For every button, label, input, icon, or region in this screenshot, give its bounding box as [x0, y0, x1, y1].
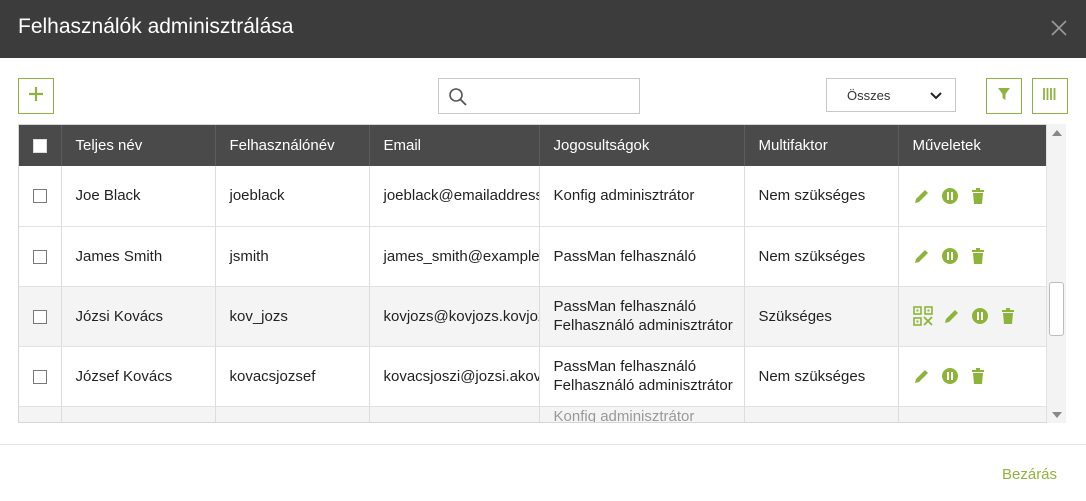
permission-item: Felhasználó adminisztrátor: [553, 317, 733, 334]
multifactor-cell: Nem szükséges: [744, 226, 899, 287]
edit-pencil-icon[interactable]: [913, 247, 931, 265]
full-name-cell: Joe Black: [61, 166, 216, 227]
edit-pencil-icon[interactable]: [913, 187, 931, 205]
search-input[interactable]: [475, 81, 635, 111]
actions-cell: [898, 346, 1048, 407]
permission-item: PassMan felhasználó: [553, 358, 697, 375]
status-filter-select[interactable]: Összes: [826, 78, 956, 112]
trash-icon[interactable]: [969, 367, 987, 385]
actions-cell: [898, 226, 1048, 287]
scroll-up-arrow-icon[interactable]: [1052, 130, 1062, 136]
column-header-permissions[interactable]: Jogosultságok: [539, 125, 745, 166]
row-checkbox[interactable]: [32, 249, 47, 264]
column-header-email[interactable]: Email: [369, 125, 540, 166]
table-header-row: Teljes név Felhasználónév Email Jogosult…: [19, 125, 1048, 166]
edit-pencil-icon[interactable]: [913, 367, 931, 385]
multifactor-cell: Nem szükséges: [744, 166, 899, 227]
pause-icon[interactable]: [941, 367, 959, 385]
multifactor-cell: Szükséges: [744, 286, 899, 347]
permissions-cell: Konfig adminisztrátor: [539, 406, 745, 423]
column-header-multifactor[interactable]: Multifaktor: [744, 125, 899, 166]
column-header-full-name[interactable]: Teljes név: [61, 125, 216, 166]
username-cell: kov_jozs: [215, 286, 370, 347]
email-cell: joeblack@emailaddress: [369, 166, 540, 227]
column-header-actions: Műveletek: [898, 125, 1048, 166]
row-select-cell: [19, 286, 62, 347]
funnel-icon: [997, 87, 1011, 106]
columns-button[interactable]: [1032, 78, 1068, 114]
columns-icon: [1042, 86, 1058, 107]
scroll-down-arrow-icon[interactable]: [1052, 412, 1062, 418]
multifactor-cell: Nem szükséges: [744, 346, 899, 407]
table-scrollbar[interactable]: [1046, 124, 1066, 423]
row-select-cell: [19, 166, 62, 227]
dialog-title: Felhasználók adminisztrálása: [18, 15, 294, 38]
row-select-cell: [19, 346, 62, 407]
row-checkbox[interactable]: [32, 369, 47, 384]
footer-divider: [0, 444, 1086, 445]
select-all-checkbox[interactable]: [32, 139, 47, 154]
row-select-cell: [19, 226, 62, 287]
full-name-cell: [61, 406, 216, 422]
close-button[interactable]: Bezárás: [1002, 466, 1057, 483]
username-cell: kovacsjozsef: [215, 346, 370, 407]
scrollbar-thumb[interactable]: [1049, 282, 1064, 336]
trash-icon[interactable]: [999, 307, 1017, 325]
actions-cell: [898, 166, 1048, 227]
username-cell: [215, 406, 370, 422]
column-header-username[interactable]: Felhasználónév: [215, 125, 370, 166]
status-filter-value: Összes: [847, 88, 891, 103]
select-all-cell: [19, 125, 62, 166]
qr-code-icon[interactable]: [912, 306, 933, 326]
multifactor-cell: [744, 406, 899, 422]
trash-icon[interactable]: [969, 247, 987, 265]
full-name-cell: James Smith: [61, 226, 216, 287]
pause-icon[interactable]: [971, 307, 989, 325]
filter-button[interactable]: [986, 78, 1022, 114]
email-cell: kovjozs@kovjozs.kovjoz: [369, 286, 540, 347]
email-cell: james_smith@example: [369, 226, 540, 287]
chevron-down-icon: [929, 89, 943, 108]
full-name-cell: Józsi Kovács: [61, 286, 216, 347]
dialog-header: Felhasználók adminisztrálása: [0, 0, 1086, 58]
pause-icon[interactable]: [941, 187, 959, 205]
actions-cell: [898, 286, 1048, 347]
permissions-cell: PassMan felhasználó: [539, 226, 745, 287]
permission-item: Konfig adminisztrátor: [553, 187, 695, 205]
search-icon: [448, 87, 468, 112]
table-row: Konfig adminisztrátor: [19, 406, 1048, 423]
table-row: James Smith jsmith james_smith@example P…: [19, 226, 1048, 287]
row-select-cell: [19, 406, 62, 422]
email-cell: kovacsjoszi@jozsi.akov: [369, 346, 540, 407]
pause-icon[interactable]: [941, 247, 959, 265]
row-checkbox[interactable]: [32, 189, 47, 204]
permission-item: PassMan felhasználó: [553, 247, 697, 265]
users-table: Teljes név Felhasználónév Email Jogosult…: [18, 124, 1066, 423]
permissions-cell: PassMan felhasználó Felhasználó adminisz…: [539, 286, 745, 347]
table-row: Joe Black joeblack joeblack@emailaddress…: [19, 166, 1048, 227]
table-row: József Kovács kovacsjozsef kovacsjoszi@j…: [19, 346, 1048, 407]
permissions-cell: PassMan felhasználó Felhasználó adminisz…: [539, 346, 745, 407]
edit-pencil-icon[interactable]: [943, 307, 961, 325]
search-box[interactable]: [438, 78, 640, 114]
permission-item: PassMan felhasználó: [553, 298, 697, 315]
permission-item: Felhasználó adminisztrátor: [553, 377, 733, 394]
permission-item: Konfig adminisztrátor: [553, 407, 695, 423]
table-row: Józsi Kovács kov_jozs kovjozs@kovjozs.ko…: [19, 286, 1048, 347]
add-user-button[interactable]: [18, 78, 54, 114]
actions-cell: [898, 406, 1048, 422]
email-cell: [369, 406, 540, 422]
trash-icon[interactable]: [969, 187, 987, 205]
close-icon[interactable]: [1049, 18, 1069, 38]
plus-icon: [27, 85, 45, 108]
row-checkbox[interactable]: [32, 309, 47, 324]
permissions-cell: Konfig adminisztrátor: [539, 166, 745, 227]
username-cell: joeblack: [215, 166, 370, 227]
username-cell: jsmith: [215, 226, 370, 287]
full-name-cell: József Kovács: [61, 346, 216, 407]
